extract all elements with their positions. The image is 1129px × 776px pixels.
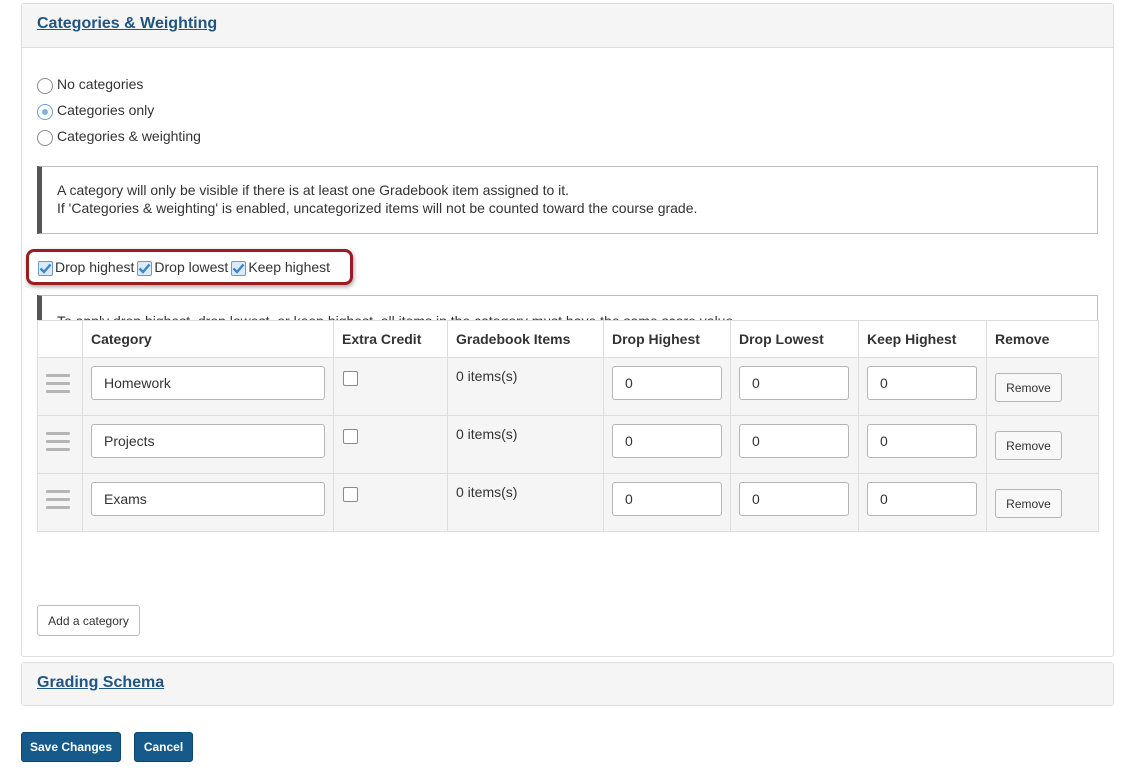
column-header-drop-highest: Drop Highest (603, 320, 731, 358)
radio-circle[interactable] (37, 129, 53, 146)
checkbox-label: Drop highest (55, 259, 135, 275)
drop-options-highlight: Drop highest Drop lowest Keep highest (26, 249, 353, 285)
drop-highest-cell: 0 (603, 415, 731, 474)
checkbox-label: Drop lowest (154, 259, 229, 275)
checkbox-box[interactable] (137, 261, 153, 276)
keep-highest-input[interactable]: 0 (867, 424, 977, 458)
remove-button[interactable]: Remove (995, 431, 1062, 460)
add-category-button[interactable]: Add a category (37, 605, 140, 636)
radio-no-categories[interactable]: No categories (37, 74, 143, 94)
extra-credit-cell (333, 473, 448, 532)
check-icon (139, 263, 151, 274)
row-handle-cell (37, 415, 83, 474)
category-name-input[interactable]: Exams (91, 482, 325, 516)
drop-highest-checkbox[interactable]: Drop highest (38, 258, 134, 276)
keep-highest-cell: 0 (858, 415, 987, 474)
drop-lowest-input[interactable]: 0 (739, 482, 849, 516)
row-handle-cell (37, 357, 83, 416)
remove-button[interactable]: Remove (995, 489, 1062, 518)
drop-lowest-cell: 0 (730, 473, 859, 532)
drop-lowest-checkbox[interactable]: Drop lowest (137, 258, 228, 276)
remove-cell: Remove (986, 473, 1099, 532)
column-header-handle (37, 320, 83, 358)
gradebook-items-cell: 0 items(s) (447, 357, 604, 416)
column-header-extra-credit: Extra Credit (333, 320, 448, 358)
gradebook-items-cell: 0 items(s) (447, 415, 604, 474)
gradebook-items-count: 0 items(s) (456, 426, 518, 442)
table-row: Projects 0 items(s) 0 0 0 Remove (37, 415, 1099, 474)
info-line: A category will only be visible if there… (57, 182, 570, 198)
drag-handle-icon[interactable] (46, 432, 70, 451)
save-changes-button[interactable]: Save Changes (21, 732, 121, 762)
radio-label: Categories & weighting (57, 128, 201, 144)
radio-circle-selected[interactable] (37, 103, 53, 120)
category-name-input[interactable]: Projects (91, 424, 325, 458)
extra-credit-cell (333, 357, 448, 416)
column-header-category: Category (82, 320, 334, 358)
gradebook-items-count: 0 items(s) (456, 368, 518, 384)
checkbox-label: Keep highest (248, 259, 331, 275)
extra-credit-checkbox[interactable] (343, 371, 358, 386)
table-header-row: Category Extra Credit Gradebook Items Dr… (37, 320, 1099, 358)
radio-label: No categories (57, 76, 144, 92)
keep-highest-input[interactable]: 0 (867, 482, 977, 516)
checkbox-box[interactable] (231, 261, 247, 276)
drop-lowest-input[interactable]: 0 (739, 424, 849, 458)
categories-panel-title[interactable]: Categories & Weighting (37, 15, 217, 32)
info-line: If 'Categories & weighting' is enabled, … (57, 200, 698, 216)
row-handle-cell (37, 473, 83, 532)
radio-circle[interactable] (37, 77, 53, 94)
drop-highest-cell: 0 (603, 357, 731, 416)
category-name-cell: Homework (82, 357, 334, 416)
radio-categories-weighting[interactable]: Categories & weighting (37, 126, 201, 146)
remove-cell: Remove (986, 357, 1099, 416)
radio-categories-only[interactable]: Categories only (37, 100, 154, 120)
category-name-cell: Projects (82, 415, 334, 474)
categories-table: Category Extra Credit Gradebook Items Dr… (37, 320, 1099, 532)
drop-highest-input[interactable]: 0 (612, 482, 722, 516)
categories-weighting-panel: Categories & Weighting No categories Cat… (21, 3, 1114, 657)
gradebook-items-cell: 0 items(s) (447, 473, 604, 532)
keep-highest-checkbox[interactable]: Keep highest (231, 258, 330, 276)
gradebook-items-count: 0 items(s) (456, 484, 518, 500)
extra-credit-cell (333, 415, 448, 474)
category-info-note: A category will only be visible if there… (37, 166, 1098, 234)
drop-highest-input[interactable]: 0 (612, 366, 722, 400)
table-row: Exams 0 items(s) 0 0 0 Remove (37, 473, 1099, 532)
drop-lowest-input[interactable]: 0 (739, 366, 849, 400)
drag-handle-icon[interactable] (46, 374, 70, 393)
column-header-remove: Remove (986, 320, 1099, 358)
grading-schema-panel: Grading Schema (21, 662, 1114, 706)
extra-credit-checkbox[interactable] (343, 429, 358, 444)
drop-highest-input[interactable]: 0 (612, 424, 722, 458)
grading-panel-title[interactable]: Grading Schema (37, 674, 164, 691)
column-header-drop-lowest: Drop Lowest (730, 320, 859, 358)
check-icon (39, 263, 52, 274)
keep-highest-cell: 0 (858, 357, 987, 416)
keep-highest-input[interactable]: 0 (867, 366, 977, 400)
drop-highest-cell: 0 (603, 473, 731, 532)
check-icon (232, 263, 245, 274)
radio-label: Categories only (57, 102, 155, 118)
table-row: Homework 0 items(s) 0 0 0 Remove (37, 357, 1099, 416)
remove-button[interactable]: Remove (995, 373, 1062, 402)
category-name-input[interactable]: Homework (91, 366, 325, 400)
category-name-cell: Exams (82, 473, 334, 532)
column-header-gradebook-items: Gradebook Items (447, 320, 604, 358)
column-header-keep-highest: Keep Highest (858, 320, 987, 358)
cancel-button[interactable]: Cancel (134, 732, 193, 762)
drop-lowest-cell: 0 (730, 415, 859, 474)
remove-cell: Remove (986, 415, 1099, 474)
checkbox-box[interactable] (38, 261, 53, 276)
keep-highest-cell: 0 (858, 473, 987, 532)
drag-handle-icon[interactable] (46, 490, 70, 509)
extra-credit-checkbox[interactable] (343, 487, 358, 502)
drop-lowest-cell: 0 (730, 357, 859, 416)
grading-panel-header: Grading Schema (22, 663, 1113, 705)
categories-panel-header: Categories & Weighting (22, 4, 1113, 48)
